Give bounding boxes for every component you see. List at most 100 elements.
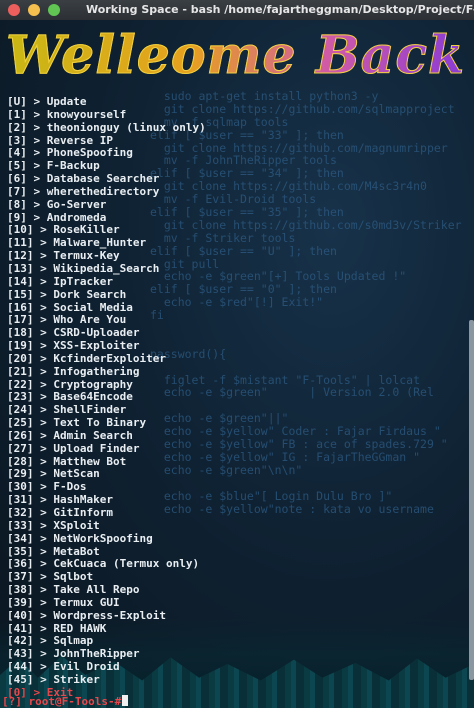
menu-arrow: > bbox=[40, 287, 47, 301]
menu-arrow: > bbox=[40, 506, 47, 519]
menu-arrow: > bbox=[40, 339, 47, 353]
menu-item-label: Wordpress-Exploit bbox=[53, 608, 166, 622]
menu-item-key: [26] bbox=[7, 428, 34, 442]
menu-item[interactable]: [34] > NetWorkSpoofing bbox=[7, 531, 206, 546]
menu-item-label: RoseKiller bbox=[53, 223, 120, 237]
menu-item-key: [U] bbox=[7, 95, 27, 108]
menu-item-label: ShellFinder bbox=[53, 403, 127, 417]
menu-item-key: [18] bbox=[7, 326, 34, 340]
menu-item-key: [28] bbox=[7, 454, 34, 468]
menu-arrow: > bbox=[40, 647, 47, 661]
menu-arrow: > bbox=[33, 133, 41, 147]
menu-item-key: [36] bbox=[7, 557, 34, 571]
menu-item-key: [29] bbox=[7, 467, 34, 481]
menu-item-label: Who Are You bbox=[53, 313, 127, 327]
menu-item-key: [30] bbox=[7, 480, 34, 494]
menu-item-label: Evil Droid bbox=[53, 660, 120, 674]
menu-item-key: [19] bbox=[7, 339, 34, 353]
menu-item-label: knowyourself bbox=[46, 107, 127, 121]
menu-item-label: HashMaker bbox=[53, 493, 113, 507]
menu-item-label: CSRD-Uploader bbox=[53, 326, 140, 340]
menu-item-label: Wikipedia_Search bbox=[53, 261, 160, 275]
menu-arrow: > bbox=[40, 621, 47, 635]
menu-item-key: [17] bbox=[7, 313, 34, 327]
menu-arrow: > bbox=[33, 197, 41, 211]
menu-arrow: > bbox=[40, 493, 47, 507]
window-title: Working Space - bash /home/fajartheggman… bbox=[86, 3, 474, 16]
menu-arrow: > bbox=[40, 364, 47, 378]
menu-arrow: > bbox=[40, 300, 47, 314]
menu-arrow: > bbox=[40, 544, 47, 558]
menu-arrow: > bbox=[40, 377, 47, 391]
menu-item-key: [14] bbox=[7, 274, 34, 288]
menu-item-label: MetaBot bbox=[53, 544, 100, 558]
menu-item-label: wherethedirectory bbox=[46, 184, 160, 198]
menu-arrow: > bbox=[33, 107, 41, 121]
menu-item-key: [20] bbox=[7, 351, 34, 365]
menu-item-key: [15] bbox=[7, 287, 34, 301]
menu-arrow: > bbox=[40, 672, 47, 686]
menu-item-label: Andromeda bbox=[46, 210, 107, 224]
menu-item-key: [25] bbox=[7, 416, 34, 430]
window-titlebar: Working Space - bash /home/fajartheggman… bbox=[0, 0, 474, 21]
menu-arrow: > bbox=[33, 184, 41, 198]
menu-item-label: GitInform bbox=[53, 506, 113, 519]
menu-item-label: PhoneSpoofing bbox=[46, 146, 133, 160]
menu-item-label: Database Searcher bbox=[46, 172, 160, 186]
menu-item[interactable]: [32] > GitInform bbox=[7, 506, 206, 520]
menu-item-key: [5] bbox=[7, 159, 27, 173]
menu-item-label: IpTracker bbox=[53, 274, 113, 288]
prompt-text: [?] root@F-Tools-# bbox=[2, 695, 122, 708]
menu-arrow: > bbox=[40, 557, 47, 571]
tool-menu: [U] > Update [1] > knowyourself [2] > theo… bbox=[7, 95, 206, 700]
menu-item-label: NetScan bbox=[53, 467, 100, 481]
menu-item-key: [37] bbox=[7, 570, 34, 584]
menu-item-key: [32] bbox=[7, 506, 34, 519]
menu-arrow: > bbox=[40, 261, 47, 275]
menu-item-label: Sqlbot bbox=[53, 570, 94, 584]
menu-item-key: [34] bbox=[7, 531, 34, 545]
menu-item-key: [13] bbox=[7, 261, 34, 275]
menu-item-key: [43] bbox=[7, 647, 34, 661]
menu-item-key: [8] bbox=[7, 197, 27, 211]
menu-item-label: Termux-Key bbox=[53, 249, 120, 263]
menu-arrow: > bbox=[33, 210, 41, 224]
terminal-scrollbar[interactable] bbox=[469, 320, 474, 680]
menu-item-key: [1] bbox=[7, 107, 27, 121]
menu-arrow: > bbox=[40, 518, 47, 532]
menu-arrow: > bbox=[40, 467, 47, 481]
shell-prompt[interactable]: [?] root@F-Tools-# bbox=[2, 695, 129, 708]
menu-arrow: > bbox=[33, 146, 41, 160]
menu-arrow: > bbox=[33, 120, 41, 134]
menu-item-label: Striker bbox=[53, 672, 100, 686]
menu-item-label: XSploit bbox=[53, 518, 100, 532]
menu-item-key: [33] bbox=[7, 518, 34, 532]
menu-arrow: > bbox=[40, 441, 47, 455]
menu-item-key: [24] bbox=[7, 403, 34, 417]
menu-arrow: > bbox=[40, 313, 47, 327]
terminal-view[interactable]: sudo apt-get install python3 -y git clon… bbox=[0, 20, 474, 708]
menu-item-key: [4] bbox=[7, 146, 27, 160]
text-cursor bbox=[122, 695, 129, 706]
menu-arrow: > bbox=[40, 454, 47, 468]
menu-arrow: > bbox=[40, 570, 47, 584]
menu-item-key: [3] bbox=[7, 133, 27, 147]
menu-item-key: [39] bbox=[7, 595, 34, 609]
menu-item-key: [27] bbox=[7, 441, 34, 455]
menu-item-key: [6] bbox=[7, 172, 27, 186]
menu-item-label: NetWorkSpoofing bbox=[53, 531, 153, 545]
menu-item-key: [23] bbox=[7, 390, 34, 404]
welcome-banner: Welleome Back bbox=[5, 25, 466, 86]
close-window-icon[interactable] bbox=[8, 4, 20, 16]
menu-item-key: [40] bbox=[7, 608, 34, 622]
menu-item-label: F-Backup bbox=[46, 159, 100, 173]
menu-item-label: Text To Binary bbox=[53, 416, 147, 430]
menu-item-label: RED HAWK bbox=[53, 621, 107, 635]
menu-item-key: [7] bbox=[7, 184, 27, 198]
menu-item-key: [45] bbox=[7, 672, 34, 686]
menu-item-label: XSS-Exploiter bbox=[53, 339, 140, 353]
menu-arrow: > bbox=[40, 660, 47, 674]
maximize-window-icon[interactable] bbox=[48, 4, 60, 16]
minimize-window-icon[interactable] bbox=[28, 4, 40, 16]
menu-arrow: > bbox=[40, 326, 47, 340]
